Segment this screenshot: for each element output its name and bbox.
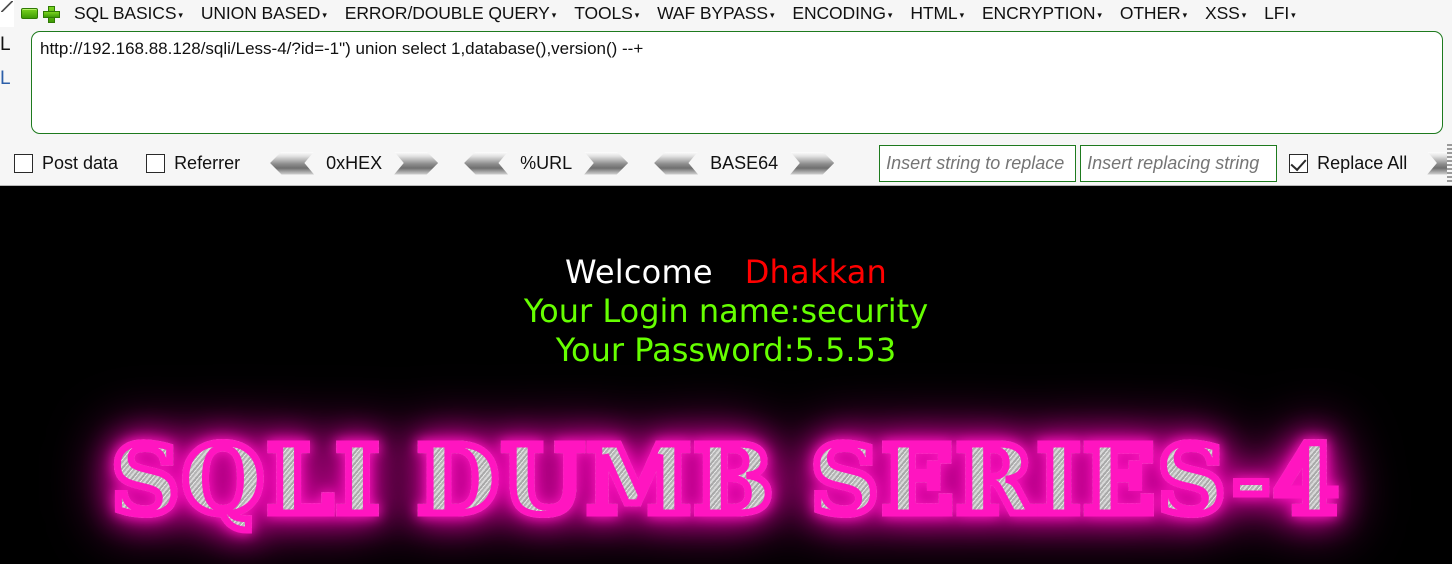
menu-item-encryption[interactable]: ENCRYPTION ▾ — [978, 3, 1106, 24]
url-label: %URL — [520, 152, 573, 173]
replace-from-input[interactable] — [879, 144, 1077, 182]
hex-decode-arrow-left-icon[interactable] — [270, 151, 315, 175]
base64-encode-arrow-right-icon[interactable] — [790, 151, 835, 175]
menu-label: ENCODING — [792, 3, 886, 23]
url-encoder-group: %URL — [464, 151, 629, 175]
referrer-label: Referrer — [174, 152, 241, 173]
chevron-down-icon: ▾ — [1182, 9, 1188, 20]
hex-encoder-group: 0xHEX — [270, 151, 439, 175]
menu-label: ERROR/DOUBLE QUERY — [344, 3, 550, 23]
hex-label: 0xHEX — [326, 152, 383, 173]
menu-item-error-double-query[interactable]: ERROR/DOUBLE QUERY ▾ — [341, 3, 560, 24]
chevron-down-icon: ▾ — [1241, 9, 1247, 20]
chevron-down-icon: ▾ — [634, 9, 640, 20]
plus-icon[interactable] — [43, 6, 60, 23]
chevron-down-icon: ▾ — [769, 9, 775, 20]
replace-to-input[interactable] — [1080, 144, 1278, 182]
menu-bar: SQL BASICS ▾ UNION BASED ▾ ERROR/DOUBLE QU… — [0, 0, 1452, 27]
post-data-group[interactable]: Post data — [14, 153, 122, 174]
chevron-down-icon: ▾ — [1097, 9, 1102, 20]
page-title: SQLI DUMB SERIES-4 — [108, 425, 1343, 536]
welcome-line: Welcome Dhakkan — [0, 256, 1452, 288]
url-row-label: L — [0, 34, 11, 55]
menu-item-html[interactable]: HTML ▾ — [906, 3, 968, 24]
menu-label: SQL BASICS — [74, 3, 177, 23]
base64-decode-arrow-left-icon[interactable] — [654, 151, 699, 175]
chevron-down-icon: ▾ — [178, 9, 183, 20]
referrer-group[interactable]: Referrer — [146, 153, 244, 174]
chevron-down-icon: ▾ — [887, 9, 893, 20]
menu-item-tools[interactable]: TOOLS ▾ — [570, 3, 643, 24]
menu-label: OTHER — [1119, 3, 1181, 23]
replace-all-checkbox[interactable] — [1289, 153, 1309, 173]
postdata-row-label: L — [0, 68, 11, 89]
menu-item-waf-bypass[interactable]: WAF BYPASS ▾ — [653, 3, 778, 24]
menu-label: UNION BASED — [200, 3, 321, 23]
menu-label: ENCRYPTION — [981, 3, 1096, 23]
replace-all-group[interactable]: Replace All — [1289, 153, 1411, 174]
page-content: Welcome Dhakkan Your Login name:security … — [0, 186, 1452, 564]
menu-label: WAF BYPASS — [657, 3, 768, 23]
welcome-block: Welcome Dhakkan Your Login name:security … — [0, 256, 1452, 366]
menu-item-sql-basics[interactable]: SQL BASICS ▾ — [70, 3, 187, 24]
menu-item-union-based[interactable]: UNION BASED ▾ — [197, 3, 331, 24]
cut-corner-icon — [0, 0, 14, 27]
password-line: Your Password:5.5.53 — [555, 331, 897, 369]
chevron-down-icon: ▾ — [1291, 9, 1296, 20]
post-data-checkbox[interactable] — [14, 153, 33, 173]
title-banner: SQLI DUMB SERIES-4 — [0, 425, 1452, 536]
login-name-line: Your Login name:security — [523, 292, 929, 330]
options-row: Post data Referrer 0xHEX %URL BASE64 Rep… — [0, 142, 1452, 184]
url-input[interactable] — [31, 31, 1443, 134]
menu-item-encoding[interactable]: ENCODING ▾ — [788, 3, 896, 24]
menu-item-xss[interactable]: XSS ▾ — [1201, 3, 1250, 24]
post-data-label: Post data — [42, 152, 119, 173]
chevron-down-icon: ▾ — [322, 9, 327, 20]
replace-all-label: Replace All — [1317, 152, 1408, 173]
base64-label: BASE64 — [710, 152, 779, 173]
hex-encode-arrow-right-icon[interactable] — [394, 151, 439, 175]
chevron-down-icon: ▾ — [959, 9, 965, 20]
url-encode-arrow-right-icon[interactable] — [584, 151, 629, 175]
menu-label: XSS — [1205, 3, 1240, 23]
welcome-text: Welcome — [564, 253, 713, 291]
minus-icon[interactable] — [21, 8, 38, 19]
chevron-down-icon: ▾ — [551, 9, 557, 20]
menu-item-other[interactable]: OTHER ▾ — [1116, 3, 1191, 24]
url-decode-arrow-left-icon[interactable] — [464, 151, 509, 175]
base64-encoder-group: BASE64 — [654, 151, 835, 175]
menu-label: TOOLS — [574, 3, 633, 23]
referrer-checkbox[interactable] — [146, 153, 166, 173]
menu-label: LFI — [1264, 3, 1290, 23]
welcome-username: Dhakkan — [744, 253, 888, 291]
menu-item-lfi[interactable]: LFI ▾ — [1260, 3, 1299, 24]
toolbar-edge-grip — [1447, 144, 1452, 182]
hackbar-toolbar: SQL BASICS ▾ UNION BASED ▾ ERROR/DOUBLE QU… — [0, 0, 1452, 186]
menu-label: HTML — [910, 3, 958, 23]
